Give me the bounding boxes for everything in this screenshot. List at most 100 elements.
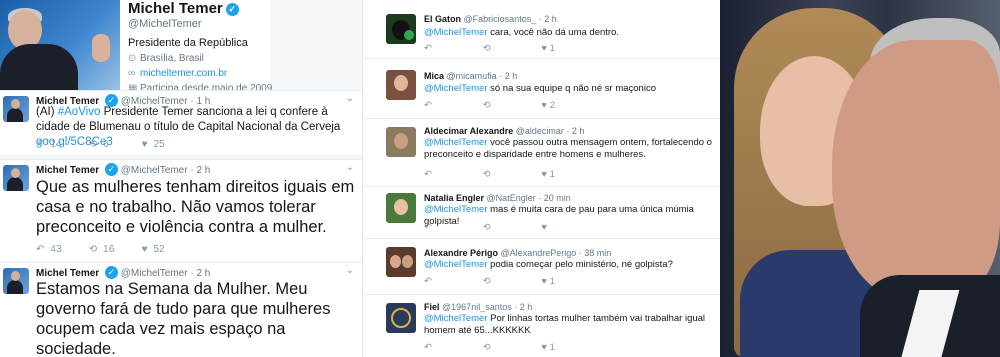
hashtag-link[interactable]: #AoVivo bbox=[58, 106, 101, 118]
profile-bio: Presidente da República bbox=[128, 37, 248, 49]
reply-button[interactable]: ↶ 43 bbox=[36, 244, 86, 255]
photo-man-face bbox=[832, 40, 1000, 300]
like-button[interactable]: ♥ bbox=[541, 222, 549, 233]
reply-text: @MichelTemer podia começar pelo ministér… bbox=[424, 259, 673, 270]
tweet-item[interactable]: Michel Temer ✓ @MichelTemer · 2 h ⌄ Que … bbox=[0, 159, 362, 261]
like-button[interactable]: ♥ 52 bbox=[142, 244, 192, 255]
avatar[interactable] bbox=[3, 96, 29, 122]
like-icon: ♥ bbox=[541, 43, 547, 54]
reply-header: Alexandre Périgo @AlexandrePerigo · 38 m… bbox=[424, 248, 612, 258]
tweet-header: Michel Temer ✓ @MichelTemer · 2 h bbox=[36, 266, 211, 279]
reply-item[interactable]: Mica @micamufia · 2 h @MichelTemer só na… bbox=[364, 59, 720, 119]
mention-link[interactable]: @MichelTemer bbox=[424, 137, 488, 148]
profile-column: Michel Temer ✓ @MichelTemer Presidente da… bbox=[0, 0, 363, 357]
reply-item[interactable]: El Gaton @Fabriciosantos_ · 2 h @MichelT… bbox=[364, 0, 720, 59]
reply-actions: ↶ ⟲ ♥ 1 bbox=[424, 342, 555, 353]
reply-icon: ↶ bbox=[36, 244, 45, 255]
replies-column: El Gaton @Fabriciosantos_ · 2 h @MichelT… bbox=[364, 0, 720, 357]
like-icon: ♥ bbox=[541, 222, 547, 233]
link-icon: ∞ bbox=[128, 68, 136, 79]
mention-link[interactable]: @MichelTemer bbox=[424, 259, 488, 270]
reply-header: Mica @micamufia · 2 h bbox=[424, 71, 518, 81]
verified-icon: ✓ bbox=[225, 3, 239, 16]
retweet-icon[interactable]: ⟲ bbox=[483, 169, 539, 180]
like-button[interactable]: ♥ 1 bbox=[541, 169, 555, 180]
profile-website[interactable]: ∞ micheltemer.com.br bbox=[128, 68, 270, 79]
avatar[interactable] bbox=[386, 303, 416, 333]
like-icon: ♥ bbox=[541, 276, 547, 287]
like-icon: ♥ bbox=[141, 139, 148, 150]
reply-item[interactable]: Fiel @1967nil_santos · 2 h @MichelTemer … bbox=[364, 295, 720, 357]
reply-icon[interactable]: ↶ bbox=[424, 169, 480, 180]
retweet-button[interactable]: ⟲ 16 bbox=[89, 244, 139, 255]
mention-link[interactable]: @MichelTemer bbox=[424, 27, 488, 38]
reply-text: @MichelTemer você passou outra mensagem … bbox=[424, 137, 712, 160]
reply-text: @MichelTemer cara, você não dá uma dentr… bbox=[424, 27, 619, 38]
like-button[interactable]: ♥ 1 bbox=[541, 342, 555, 353]
reply-header: Aldecimar Alexandre @aldecimar · 2 h bbox=[424, 126, 585, 136]
retweet-icon[interactable]: ⟲ bbox=[483, 43, 539, 54]
avatar[interactable] bbox=[386, 127, 416, 157]
retweet-icon[interactable]: ⟲ bbox=[483, 276, 539, 287]
retweet-icon: ⟲ bbox=[88, 244, 98, 255]
reply-actions: ↶ ⟲ ♥ 2 bbox=[424, 100, 555, 111]
avatar[interactable] bbox=[3, 165, 29, 191]
retweet-icon[interactable]: ⟲ bbox=[483, 342, 539, 353]
tweet-item[interactable]: Michel Temer ✓ @MichelTemer · 2 h ⌄ Esta… bbox=[0, 262, 362, 357]
reply-text: @MichelTemer só na sua equipe q não né s… bbox=[424, 83, 656, 94]
profile-location: ⊙ Brasília, Brasil bbox=[128, 53, 204, 64]
reply-actions: ↶ ⟲ ♥ 1 bbox=[424, 169, 555, 180]
like-icon: ♥ bbox=[141, 244, 148, 255]
reply-item[interactable]: Aldecimar Alexandre @aldecimar · 2 h @Mi… bbox=[364, 119, 720, 187]
verified-icon: ✓ bbox=[104, 266, 118, 279]
reply-icon[interactable]: ↶ bbox=[424, 222, 480, 233]
reply-header: El Gaton @Fabriciosantos_ · 2 h bbox=[424, 14, 557, 24]
retweet-icon: ⟲ bbox=[88, 139, 98, 150]
mention-link[interactable]: @MichelTemer bbox=[424, 83, 488, 94]
tweet-actions: ↶ 43 ⟲ 16 ♥ 52 bbox=[36, 244, 192, 255]
tweet-header: Michel Temer ✓ @MichelTemer · 2 h bbox=[36, 163, 211, 176]
avatar[interactable] bbox=[386, 193, 416, 223]
like-button[interactable]: ♥ 1 bbox=[541, 276, 555, 287]
profile-name[interactable]: Michel Temer ✓ bbox=[128, 0, 270, 17]
avatar[interactable] bbox=[386, 14, 416, 44]
tweet-text: Que as mulheres tenham direitos iguais e… bbox=[36, 178, 355, 236]
like-button[interactable]: ♥ 2 bbox=[541, 100, 555, 111]
avatar[interactable] bbox=[386, 247, 416, 277]
verified-icon: ✓ bbox=[104, 163, 118, 176]
tweet-item[interactable]: Michel Temer ✓ @MichelTemer · 1 h ⌄ (AI)… bbox=[0, 90, 362, 154]
tweet-actions: ↶ 14 ⟲ 6 ♥ 25 bbox=[36, 139, 192, 150]
reply-icon[interactable]: ↶ bbox=[424, 43, 480, 54]
chevron-down-icon[interactable]: ⌄ bbox=[346, 265, 354, 276]
like-button[interactable]: ♥ 1 bbox=[541, 43, 555, 54]
reply-header: Fiel @1967nil_santos · 2 h bbox=[424, 302, 533, 312]
reply-button[interactable]: ↶ 14 bbox=[36, 139, 86, 150]
chevron-down-icon[interactable]: ⌄ bbox=[346, 162, 354, 173]
mention-link[interactable]: @MichelTemer bbox=[424, 204, 488, 215]
reply-actions: ↶ ⟲ ♥ bbox=[424, 222, 550, 233]
mention-link[interactable]: @MichelTemer bbox=[424, 313, 488, 324]
reply-actions: ↶ ⟲ ♥ 1 bbox=[424, 276, 555, 287]
profile-photo[interactable] bbox=[0, 0, 120, 92]
chevron-down-icon[interactable]: ⌄ bbox=[346, 93, 354, 104]
avatar[interactable] bbox=[386, 70, 416, 100]
retweet-button[interactable]: ⟲ 6 bbox=[89, 139, 139, 150]
reply-icon[interactable]: ↶ bbox=[424, 100, 480, 111]
reply-item[interactable]: Natalia Engler @NatEngler · 20 min @Mich… bbox=[364, 187, 720, 239]
reply-item[interactable]: Alexandre Périgo @AlexandrePerigo · 38 m… bbox=[364, 239, 720, 295]
tweet-text: Estamos na Semana da Mulher. Meu governo… bbox=[36, 280, 331, 357]
profile-card: Michel Temer ✓ @MichelTemer Presidente da… bbox=[120, 0, 272, 94]
profile-handle[interactable]: @MichelTemer bbox=[128, 18, 270, 30]
like-icon: ♥ bbox=[541, 169, 547, 180]
location-icon: ⊙ bbox=[128, 53, 137, 64]
reply-icon: ↶ bbox=[36, 139, 45, 150]
avatar[interactable] bbox=[3, 268, 29, 294]
reply-text: @MichelTemer Por linhas tortas mulher ta… bbox=[424, 313, 706, 336]
retweet-icon[interactable]: ⟲ bbox=[483, 100, 539, 111]
reply-icon[interactable]: ↶ bbox=[424, 342, 480, 353]
like-icon: ♥ bbox=[541, 342, 547, 353]
reply-icon[interactable]: ↶ bbox=[424, 276, 480, 287]
like-button[interactable]: ♥ 25 bbox=[142, 139, 192, 150]
news-photo bbox=[720, 0, 1000, 357]
retweet-icon[interactable]: ⟲ bbox=[483, 222, 539, 233]
